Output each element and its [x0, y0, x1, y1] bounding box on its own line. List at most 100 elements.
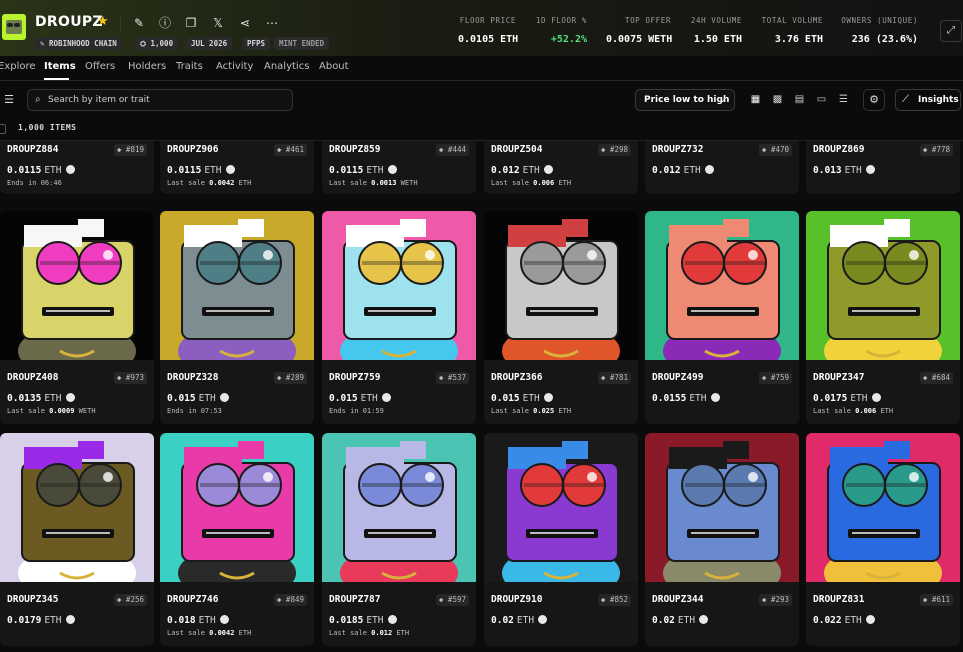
- subline-label: Last sale: [329, 179, 367, 187]
- nft-card[interactable]: DROUPZ347 ◆ #684 0.0175 ETH Last sale 0.006 …: [806, 211, 960, 424]
- chain-icon: [65, 165, 75, 174]
- more-icon[interactable]: ⋯: [264, 14, 280, 32]
- list-view-icon[interactable]: ▭: [811, 89, 832, 111]
- share-icon[interactable]: ⋖: [237, 14, 253, 32]
- nft-card[interactable]: DROUPZ910 ◆ #852 0.02 ETH: [484, 433, 638, 646]
- item-name: DROUPZ859: [329, 144, 381, 155]
- grid-large-icon[interactable]: ▦: [745, 89, 766, 111]
- nft-card[interactable]: DROUPZ859 ◆ #444 0.0115 ETH Last sale 0.0013…: [322, 141, 476, 194]
- chain-chip[interactable]: ✎ ROBINHOOD CHAIN: [35, 37, 122, 50]
- item-price: 0.0155 ETH: [652, 393, 720, 404]
- nft-card[interactable]: DROUPZ328 ◆ #289 0.015 ETH Ends in 07:53: [160, 211, 314, 424]
- nft-card[interactable]: DROUPZ759 ◆ #537 0.015 ETH Ends in 01:59: [322, 211, 476, 424]
- stat-total-volume: TOTAL VOLUME 3.76 ETH: [761, 16, 823, 45]
- filter-icon[interactable]: ☰: [0, 90, 18, 110]
- chain-icon: [225, 165, 235, 174]
- item-subline: Last sale 0.006 ETH: [813, 407, 893, 415]
- x-icon[interactable]: 𝕏: [210, 14, 226, 32]
- nft-card[interactable]: DROUPZ408 ◆ #973 0.0135 ETH Last sale 0.0009…: [0, 211, 154, 424]
- tab-analytics[interactable]: Analytics: [264, 61, 309, 72]
- nft-image[interactable]: [160, 211, 314, 360]
- item-price: 0.0115 ETH: [7, 165, 75, 176]
- nft-image[interactable]: [645, 211, 799, 360]
- rank-badge: ◆ #298: [597, 144, 631, 156]
- category-chip[interactable]: PFPS: [242, 37, 271, 50]
- item-name: DROUPZ906: [167, 144, 219, 155]
- tab-offers[interactable]: Offers: [85, 61, 115, 72]
- nft-card[interactable]: DROUPZ787 ◆ #597 0.0185 ETH Last sale 0.012 …: [322, 433, 476, 646]
- card-info: DROUPZ732 ◆ #470 0.012 ETH: [645, 144, 799, 194]
- item-name: DROUPZ910: [491, 594, 543, 605]
- item-price: 0.012 ETH: [491, 165, 553, 176]
- grid-medium-icon[interactable]: ▩: [767, 89, 788, 111]
- card-info: DROUPZ746 ◆ #849 0.018 ETH Last sale 0.0042 …: [160, 594, 314, 644]
- card-info: DROUPZ366 ◆ #781 0.015 ETH Last sale 0.025 E…: [484, 372, 638, 422]
- nft-card[interactable]: DROUPZ906 ◆ #461 0.0115 ETH Last sale 0.0042…: [160, 141, 314, 194]
- item-price: 0.0185 ETH: [329, 615, 397, 626]
- tab-holders[interactable]: Holders: [128, 61, 166, 72]
- stat-1d-floor: 1D FLOOR % +52.2%: [535, 16, 587, 45]
- item-name: DROUPZ746: [167, 594, 219, 605]
- nft-image[interactable]: [322, 433, 476, 582]
- edit-icon[interactable]: ✎: [131, 14, 147, 32]
- item-name: DROUPZ869: [813, 144, 865, 155]
- copy-icon[interactable]: ❐: [183, 14, 199, 32]
- tab-traits[interactable]: Traits: [176, 61, 203, 72]
- rank-badge: ◆ #819: [113, 144, 147, 156]
- nft-card[interactable]: DROUPZ746 ◆ #849 0.018 ETH Last sale 0.0042 …: [160, 433, 314, 646]
- nft-image[interactable]: [484, 433, 638, 582]
- nft-card[interactable]: DROUPZ344 ◆ #293 0.02 ETH: [645, 433, 799, 646]
- item-price: 0.0179 ETH: [7, 615, 75, 626]
- nft-image[interactable]: [645, 433, 799, 582]
- nft-image[interactable]: [806, 211, 960, 360]
- table-view-icon[interactable]: ☰: [833, 89, 854, 111]
- nft-card[interactable]: DROUPZ884 ◆ #819 0.0115 ETH Ends in 06:46: [0, 141, 154, 194]
- sort-dropdown[interactable]: Price low to high ⌄: [635, 89, 735, 111]
- price-value: 0.015: [329, 393, 358, 404]
- card-info: DROUPZ906 ◆ #461 0.0115 ETH Last sale 0.0042…: [160, 144, 314, 194]
- last-sale-value: 0.0042: [209, 629, 235, 637]
- tab-items[interactable]: Items: [44, 61, 76, 72]
- tab-activity[interactable]: Activity: [216, 61, 253, 72]
- nft-card[interactable]: DROUPZ869 ◆ #778 0.013 ETH: [806, 141, 960, 194]
- rank-badge: ◆ #973: [113, 372, 147, 384]
- nft-image[interactable]: [160, 433, 314, 582]
- star-icon[interactable]: ★: [97, 14, 109, 29]
- info-icon[interactable]: ⓘ: [157, 14, 173, 32]
- nft-image[interactable]: [806, 433, 960, 582]
- item-name: DROUPZ831: [813, 594, 865, 605]
- nft-card[interactable]: DROUPZ345 ◆ #256 0.0179 ETH: [0, 433, 154, 646]
- chain-icon: [699, 615, 709, 624]
- nft-card[interactable]: DROUPZ366 ◆ #781 0.015 ETH Last sale 0.025 E…: [484, 211, 638, 424]
- item-price: 0.0115 ETH: [167, 165, 235, 176]
- nft-image[interactable]: [322, 211, 476, 360]
- search-box[interactable]: ⌕: [27, 89, 293, 111]
- tab-about[interactable]: About: [319, 61, 349, 72]
- last-sale-unit: ETH: [238, 179, 252, 187]
- nft-image[interactable]: [0, 433, 154, 582]
- expand-button[interactable]: ⤢: [940, 20, 962, 42]
- item-subline: Last sale 0.0013 WETH: [329, 179, 418, 187]
- price-unit: ETH: [366, 165, 384, 176]
- nft-card[interactable]: DROUPZ831 ◆ #611 0.022 ETH: [806, 433, 960, 646]
- nft-card[interactable]: DROUPZ504 ◆ #298 0.012 ETH Last sale 0.006 E…: [484, 141, 638, 194]
- nft-image[interactable]: [484, 211, 638, 360]
- select-all-checkbox[interactable]: [0, 124, 6, 134]
- price-value: 0.013: [813, 165, 842, 176]
- insights-label: Insights: [918, 95, 959, 105]
- nft-card[interactable]: DROUPZ732 ◆ #470 0.012 ETH: [645, 141, 799, 194]
- nft-card[interactable]: DROUPZ499 ◆ #759 0.0155 ETH: [645, 211, 799, 424]
- price-value: 0.0175: [813, 393, 848, 404]
- tab-explore[interactable]: Explore: [0, 61, 36, 72]
- search-input[interactable]: [48, 90, 288, 110]
- gear-icon[interactable]: ⚙: [863, 89, 885, 111]
- grid-small-icon[interactable]: ▤: [789, 89, 810, 111]
- nft-image[interactable]: [0, 211, 154, 360]
- card-info: DROUPZ787 ◆ #597 0.0185 ETH Last sale 0.012 …: [322, 594, 476, 644]
- chain-icon: [65, 393, 75, 402]
- last-sale-value: 0.006: [855, 407, 877, 415]
- card-info: DROUPZ759 ◆ #537 0.015 ETH Ends in 01:59: [322, 372, 476, 422]
- insights-button[interactable]: ⟋ Insights: [895, 89, 961, 111]
- rank-badge: ◆ #611: [919, 594, 953, 606]
- date-chip: JUL 2026: [186, 37, 233, 50]
